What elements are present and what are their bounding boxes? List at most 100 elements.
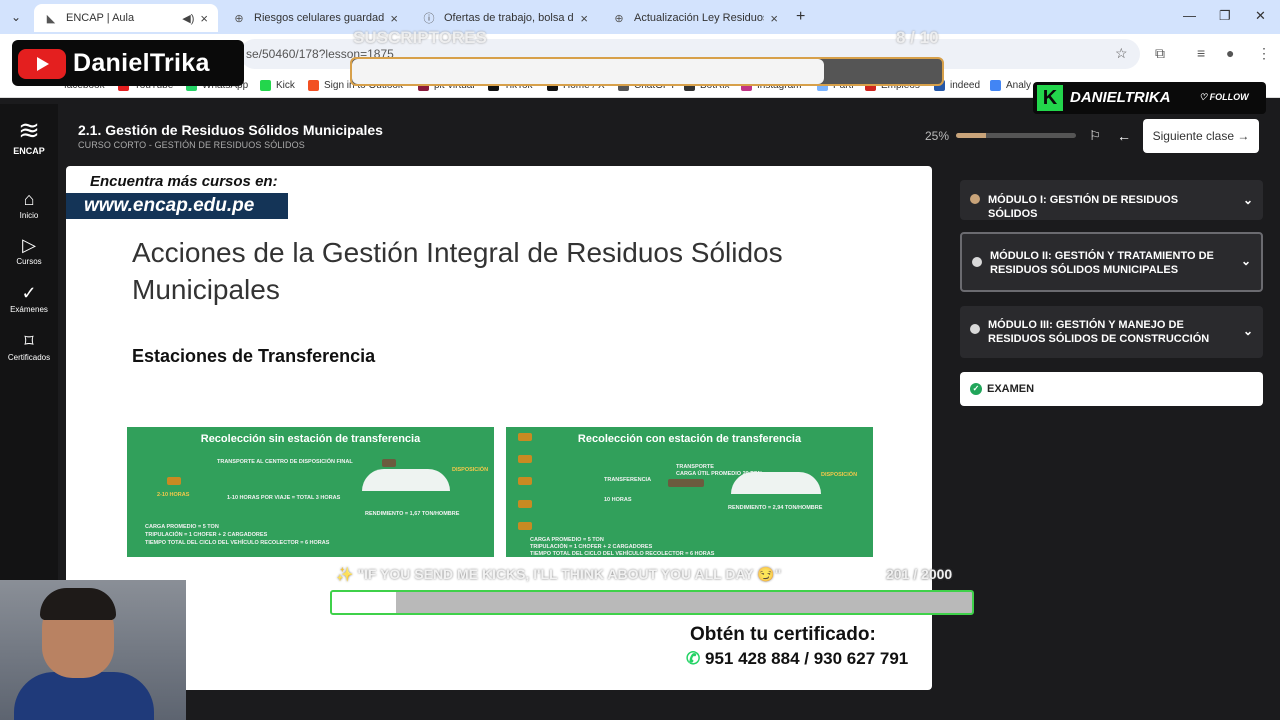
nav-label: Certificados xyxy=(7,353,51,362)
arrow-left-icon: ← xyxy=(1117,128,1131,144)
chevron-down-icon[interactable]: ⌄ xyxy=(1243,193,1253,207)
microsoft-icon xyxy=(308,80,319,91)
media-icon[interactable]: ≡ xyxy=(1197,45,1205,61)
nav-item-cursos[interactable]: ▷ Cursos xyxy=(2,234,56,266)
extensions-icon[interactable]: ⧉ xyxy=(1155,45,1165,62)
minimize-icon[interactable]: — xyxy=(1183,8,1196,23)
encap-logo[interactable]: ≋ ENCAP xyxy=(8,116,50,156)
nav-item-inicio[interactable]: ⌂ Inicio xyxy=(2,188,56,220)
profile-icon[interactable]: ● xyxy=(1226,45,1234,61)
progress-percent: 25% xyxy=(925,129,950,143)
diagram-text: DISPOSICIÓN xyxy=(452,467,489,473)
logo-label: ENCAP xyxy=(13,146,45,156)
kick-goal-current: 201 xyxy=(886,566,910,582)
browser-tab[interactable]: ◣ ENCAP | Aula ◀) × xyxy=(34,4,218,32)
diagram-with-transfer: Recolección con estación de transferenci… xyxy=(506,427,873,557)
truck-icon xyxy=(518,455,532,463)
check-icon: ✓ xyxy=(21,283,37,303)
chevron-down-icon[interactable]: ⌄ xyxy=(1243,324,1253,338)
menu-icon[interactable]: ⋮ xyxy=(1257,45,1271,62)
nav-item-certificados[interactable]: ⌑ Certificados xyxy=(2,330,56,362)
truck-icon xyxy=(382,459,396,467)
exam-item[interactable]: ✓ EXAMEN xyxy=(960,372,1263,406)
globe-icon: ⊕ xyxy=(614,12,624,25)
kick-icon: K xyxy=(1037,85,1063,111)
window-close-icon[interactable]: ✕ xyxy=(1255,8,1266,24)
analytics-icon xyxy=(990,80,1001,91)
encap-icon: ◣ xyxy=(46,12,56,25)
certificate-label: Obtén tu certificado: xyxy=(690,624,876,645)
kick-goal-bar xyxy=(330,590,974,615)
previous-button[interactable]: ← xyxy=(1112,124,1136,148)
youtube-channel-badge: DanielTrika xyxy=(12,40,244,86)
next-label: Siguiente clase xyxy=(1152,129,1235,143)
pending-icon xyxy=(972,257,982,267)
kick-goal-text: ✨ "IF YOU SEND ME KICKS, I'LL THINK ABOU… xyxy=(336,566,782,582)
tab-label: ENCAP | Aula xyxy=(66,12,135,24)
screen: ⌄ ◣ ENCAP | Aula ◀) × ⊕ Riesgos celulare… xyxy=(0,0,1280,720)
diagram-text: CARGA PROMEDIO = 5 TON xyxy=(145,524,219,530)
close-icon[interactable]: × xyxy=(770,11,778,26)
diagram-text: TRANSPORTE xyxy=(676,464,714,470)
exam-label: EXAMEN xyxy=(987,383,1035,395)
diagram-text: TRIPULACIÓN = 1 CHOFER + 2 CARGADORES xyxy=(530,544,653,550)
close-icon[interactable]: × xyxy=(390,11,398,26)
diagram-text: CARGA PROMEDIO = 5 TON xyxy=(530,537,604,543)
nav-item-examenes[interactable]: ✓ Exámenes xyxy=(2,282,56,314)
channel-name: DanielTrika xyxy=(73,49,210,77)
module-label: MÓDULO II: GESTIÓN Y TRATAMIENTO DE RESI… xyxy=(990,250,1214,276)
browser-tab[interactable]: ⊕ Actualización Ley Residuos × xyxy=(602,4,788,32)
module-item-3[interactable]: MÓDULO III: GESTIÓN Y MANEJO DE RESIDUOS… xyxy=(960,306,1263,358)
completed-icon xyxy=(970,194,980,204)
check-circle-icon: ✓ xyxy=(970,383,982,395)
bookmark[interactable]: Analy xyxy=(990,80,1031,91)
bookmark-label: indeed xyxy=(950,80,981,91)
diagram-text: TIEMPO TOTAL DEL CICLO DEL VEHÍCULO RECO… xyxy=(145,540,330,546)
chevron-down-icon[interactable]: ⌄ xyxy=(1241,254,1251,268)
info-icon: ⓘ xyxy=(423,13,435,25)
module-label: MÓDULO I: GESTIÓN DE RESIDUOS SÓLIDOS xyxy=(988,194,1179,220)
module-item-1[interactable]: MÓDULO I: GESTIÓN DE RESIDUOS SÓLIDOS ⌄ xyxy=(960,180,1263,220)
diagram-without-transfer: Recolección sin estación de transferenci… xyxy=(127,427,494,557)
diagram-text: RENDIMIENTO = 2,94 TON/HOMBRE xyxy=(728,505,823,511)
phone-numbers: 951 428 884 / 930 627 791 xyxy=(704,649,909,668)
flag-button[interactable]: ⚐ xyxy=(1083,124,1107,148)
kick-channel-name: DANIELTRIKA xyxy=(1070,89,1171,106)
whatsapp-icon: ✆ xyxy=(686,649,701,668)
subscriber-goal-count: 8 / 10 xyxy=(896,28,939,47)
encap-logo-icon: ≋ xyxy=(18,115,40,145)
tab-search-icon[interactable]: ⌄ xyxy=(6,8,26,26)
slide-subtitle: Estaciones de Transferencia xyxy=(132,346,376,366)
arrow-right-icon: → xyxy=(1237,129,1250,143)
star-icon[interactable]: ☆ xyxy=(1115,45,1128,62)
restore-icon[interactable]: ❐ xyxy=(1219,8,1231,24)
module-label: MÓDULO III: GESTIÓN Y MANEJO DE RESIDUOS… xyxy=(988,319,1210,345)
follow-label: FOLLOW xyxy=(1209,92,1249,102)
diagram-text: TRANSPORTE AL CENTRO DE DISPOSICIÓN FINA… xyxy=(217,459,353,465)
subscriber-goal-bar xyxy=(350,57,944,86)
subscriber-goal-fill xyxy=(352,59,824,84)
truck-icon xyxy=(518,500,532,508)
progress-bar xyxy=(956,133,1076,138)
webcam-feed xyxy=(0,580,186,720)
subscriber-goal-label: SUSCRIPTORES xyxy=(353,28,487,47)
close-icon[interactable]: × xyxy=(200,11,208,26)
landfill-icon xyxy=(731,472,821,494)
heart-icon: ♡ xyxy=(1199,92,1208,102)
next-lesson-button[interactable]: Siguiente clase → xyxy=(1143,119,1259,153)
bookmark-icon: ⌑ xyxy=(24,331,34,351)
new-tab-icon[interactable]: + xyxy=(796,8,805,26)
flag-icon: ⚐ xyxy=(1089,128,1101,143)
speaker-icon[interactable]: ◀) xyxy=(182,12,194,25)
nav-label: Inicio xyxy=(19,211,39,220)
nav-label: Exámenes xyxy=(10,305,48,314)
diagram-text: 1-10 HORAS POR VIAJE = TOTAL 3 HORAS xyxy=(227,495,341,501)
module-item-2[interactable]: MÓDULO II: GESTIÓN Y TRATAMIENTO DE RESI… xyxy=(960,232,1263,292)
bookmark[interactable]: Kick xyxy=(260,80,295,91)
close-icon[interactable]: × xyxy=(580,11,588,26)
browser-tabstrip: ⌄ ◣ ENCAP | Aula ◀) × ⊕ Riesgos celulare… xyxy=(0,0,1280,34)
kick-goal-fill xyxy=(332,592,396,613)
promo-url: www.encap.edu.pe xyxy=(66,193,288,219)
diagram-text: TRIPULACIÓN = 1 CHOFER + 2 CARGADORES xyxy=(145,532,268,538)
certificate-promo: Obtén tu certificado: ✆ 951 428 884 / 93… xyxy=(686,624,908,669)
